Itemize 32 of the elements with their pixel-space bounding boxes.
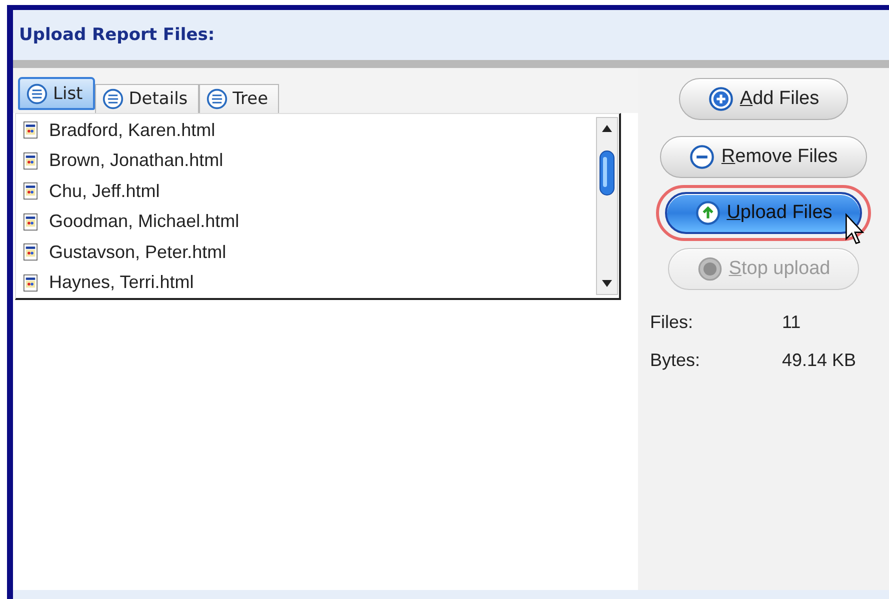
html-file-icon <box>22 212 39 232</box>
button[interactable]: Upload Files <box>664 192 862 234</box>
list-icon <box>102 88 124 110</box>
button[interactable]: Add Files <box>678 78 848 120</box>
file-name[interactable]: Chu, Jeff.html <box>49 180 160 202</box>
button: Stop upload <box>668 248 860 290</box>
tab[interactable]: Details <box>94 84 199 113</box>
file-name[interactable]: Gustavson, Peter.html <box>49 242 226 263</box>
stat-value: 49.14 KB <box>782 350 858 371</box>
scrollbar[interactable] <box>596 117 618 295</box>
stat-value: 11 <box>782 312 802 333</box>
file-name[interactable]: Goodman, Michael.html <box>49 211 240 232</box>
list-icon <box>206 88 228 110</box>
tab[interactable]: Tree <box>198 84 280 113</box>
html-file-icon <box>22 242 39 262</box>
html-file-icon <box>22 120 39 140</box>
stat-label: Files: <box>650 312 694 333</box>
list-icon <box>26 82 48 104</box>
file-name[interactable]: Bradford, Karen.html <box>49 120 216 141</box>
stop-icon <box>696 256 723 282</box>
panel-title: Upload Report Files: <box>19 25 215 45</box>
button[interactable]: Remove Files <box>660 136 867 178</box>
html-file-icon <box>22 272 39 293</box>
minus-circle-icon <box>689 144 716 170</box>
plus-circle-icon <box>708 86 734 112</box>
file-name[interactable]: Brown, Jonathan.html <box>49 150 224 172</box>
file-name[interactable]: Haynes, Terri.html <box>49 272 194 294</box>
cursor-icon <box>844 212 866 246</box>
tab[interactable]: List <box>18 77 95 110</box>
html-file-icon <box>22 150 39 171</box>
html-file-icon <box>22 181 39 202</box>
stat-label: Bytes: <box>650 350 702 371</box>
